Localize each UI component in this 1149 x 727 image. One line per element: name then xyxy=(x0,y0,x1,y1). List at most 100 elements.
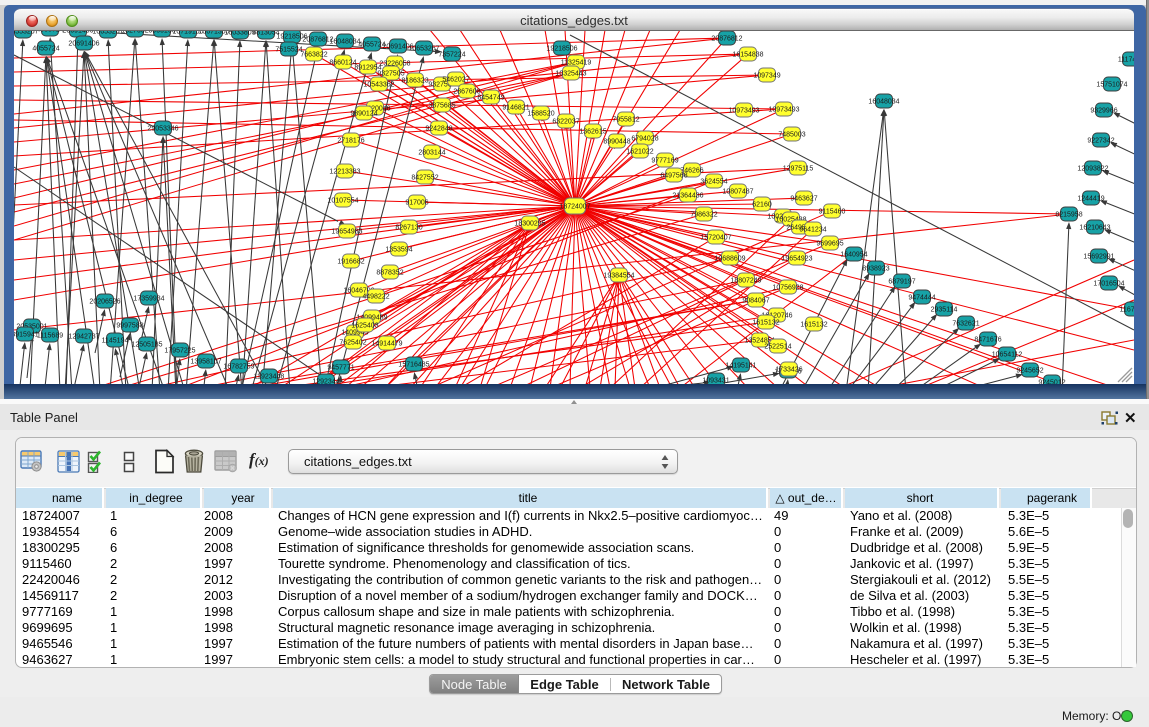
svg-text:19654983: 19654983 xyxy=(331,228,362,235)
svg-text:7357224: 7357224 xyxy=(438,51,465,58)
svg-text:15692991: 15692991 xyxy=(1083,253,1114,260)
svg-text:2803144: 2803144 xyxy=(418,149,445,156)
svg-text:18807249: 18807249 xyxy=(730,277,761,284)
svg-text:2718176: 2718176 xyxy=(337,137,364,144)
svg-text:9997588: 9997588 xyxy=(116,322,143,329)
svg-text:10653267: 10653267 xyxy=(408,45,439,52)
svg-text:7955812: 7955812 xyxy=(612,116,639,123)
svg-text:15720407: 15720407 xyxy=(700,234,731,241)
svg-text:1527602: 1527602 xyxy=(121,31,148,34)
svg-text:9245652: 9245652 xyxy=(1016,367,1043,374)
svg-text:1353594: 1353594 xyxy=(385,246,412,253)
svg-text:10807487: 10807487 xyxy=(722,188,753,195)
svg-text:21364436: 21364436 xyxy=(672,192,703,199)
svg-text:19384554: 19384554 xyxy=(603,272,634,279)
svg-text:8471676: 8471676 xyxy=(974,336,1001,343)
svg-text:8427552: 8427552 xyxy=(411,174,438,181)
svg-text:1625403: 1625403 xyxy=(351,322,378,329)
svg-text:16033809: 16033809 xyxy=(224,31,255,36)
svg-text:12213383: 12213383 xyxy=(329,168,360,175)
svg-text:6497568: 6497568 xyxy=(660,172,687,179)
svg-text:1097349: 1097349 xyxy=(753,72,780,79)
svg-text:19654923: 19654923 xyxy=(781,255,812,262)
svg-text:7632621: 7632621 xyxy=(952,320,979,327)
svg-text:17016504: 17016504 xyxy=(1093,280,1124,287)
svg-text:1292344: 1292344 xyxy=(312,378,339,384)
svg-text:11325419: 11325419 xyxy=(561,59,592,66)
svg-text:1362615: 1362615 xyxy=(579,128,606,135)
svg-text:10973493: 10973493 xyxy=(728,107,759,114)
svg-text:9699695: 9699695 xyxy=(816,240,843,247)
svg-text:19218506: 19218506 xyxy=(546,45,577,52)
svg-text:10543362: 10543362 xyxy=(363,81,394,88)
svg-text:2935114: 2935114 xyxy=(931,306,958,313)
svg-text:1244419: 1244419 xyxy=(1077,195,1104,202)
svg-text:9329966: 9329966 xyxy=(1090,107,1117,114)
svg-text:1916682: 1916682 xyxy=(337,258,364,265)
svg-text:9227342: 9227342 xyxy=(1087,137,1114,144)
svg-text:16210643: 16210643 xyxy=(1079,224,1110,231)
svg-text:15751074: 15751074 xyxy=(1096,81,1127,88)
svg-text:7663822: 7663822 xyxy=(300,51,327,58)
svg-text:3624554: 3624554 xyxy=(700,178,727,185)
svg-text:4498222: 4498222 xyxy=(362,293,389,300)
svg-text:1093431: 1093431 xyxy=(702,377,729,384)
svg-text:12505185: 12505185 xyxy=(131,341,162,348)
svg-text:10325443: 10325443 xyxy=(555,70,586,77)
svg-text:1640954: 1640954 xyxy=(840,251,867,258)
svg-text:1733426: 1733426 xyxy=(775,366,802,373)
svg-text:12093822: 12093822 xyxy=(1077,165,1108,172)
svg-text:10653267: 10653267 xyxy=(92,31,123,35)
svg-text:9146821: 9146821 xyxy=(502,104,529,111)
svg-text:18300295: 18300295 xyxy=(514,220,545,227)
svg-text:14914479: 14914479 xyxy=(371,340,402,347)
svg-text:8215958: 8215958 xyxy=(1055,211,1082,218)
svg-text:6322037: 6322037 xyxy=(552,118,579,125)
svg-text:18724007: 18724007 xyxy=(559,203,590,210)
svg-text:1167534: 1167534 xyxy=(1120,306,1134,313)
svg-text:1588520: 1588520 xyxy=(527,110,554,117)
svg-text:10688609: 10688609 xyxy=(714,255,745,262)
svg-text:9084067: 9084067 xyxy=(742,297,769,304)
svg-text:14195141: 14195141 xyxy=(725,362,756,369)
svg-text:4055724: 4055724 xyxy=(32,45,59,52)
svg-text:15716485: 15716485 xyxy=(398,361,429,368)
svg-text:16782759: 16782759 xyxy=(223,363,254,370)
svg-text:8186323: 8186323 xyxy=(401,77,428,84)
svg-text:17957225: 17957225 xyxy=(164,347,195,354)
svg-text:8878352: 8878352 xyxy=(376,269,403,276)
svg-text:9463627: 9463627 xyxy=(790,195,817,202)
svg-text:7625402: 7625402 xyxy=(339,339,366,346)
svg-text:6879197: 6879197 xyxy=(888,278,915,285)
svg-text:10553267: 10553267 xyxy=(14,31,39,35)
svg-text:8990448: 8990448 xyxy=(603,138,630,145)
svg-text:9641234: 9641234 xyxy=(799,226,826,233)
svg-text:9457771: 9457771 xyxy=(327,364,354,371)
svg-text:16154838: 16154838 xyxy=(732,51,763,58)
svg-text:8454749: 8454749 xyxy=(477,94,504,101)
svg-text:12975115: 12975115 xyxy=(783,165,814,172)
svg-text:10973493: 10973493 xyxy=(768,106,799,113)
svg-text:8660124: 8660124 xyxy=(329,59,356,66)
svg-text:7485003: 7485003 xyxy=(778,131,805,138)
svg-text:20691406: 20691406 xyxy=(62,31,93,34)
svg-text:3875685: 3875685 xyxy=(428,102,455,109)
svg-text:20876812: 20876812 xyxy=(711,35,742,42)
svg-text:20691406: 20691406 xyxy=(68,40,99,47)
svg-text:20206526: 20206526 xyxy=(89,298,120,305)
svg-text:17359934: 17359934 xyxy=(133,295,164,302)
svg-text:8938923: 8938923 xyxy=(862,265,889,272)
svg-text:2522514: 2522514 xyxy=(764,343,791,350)
svg-text:9890124: 9890124 xyxy=(350,110,377,117)
svg-text:13958107: 13958107 xyxy=(190,358,221,365)
svg-text:10756928: 10756928 xyxy=(772,284,803,291)
svg-text:62160: 62160 xyxy=(752,201,772,208)
svg-text:10654112: 10654112 xyxy=(992,351,1023,358)
svg-text:917006: 917006 xyxy=(405,199,428,206)
svg-text:1145194: 1145194 xyxy=(102,337,129,344)
svg-text:9242848: 9242848 xyxy=(425,125,452,132)
svg-text:1115689: 1115689 xyxy=(37,332,63,339)
svg-text:9245012: 9245012 xyxy=(1038,379,1065,384)
svg-text:8267130: 8267130 xyxy=(395,224,422,231)
svg-text:1615132: 1615132 xyxy=(800,321,827,328)
